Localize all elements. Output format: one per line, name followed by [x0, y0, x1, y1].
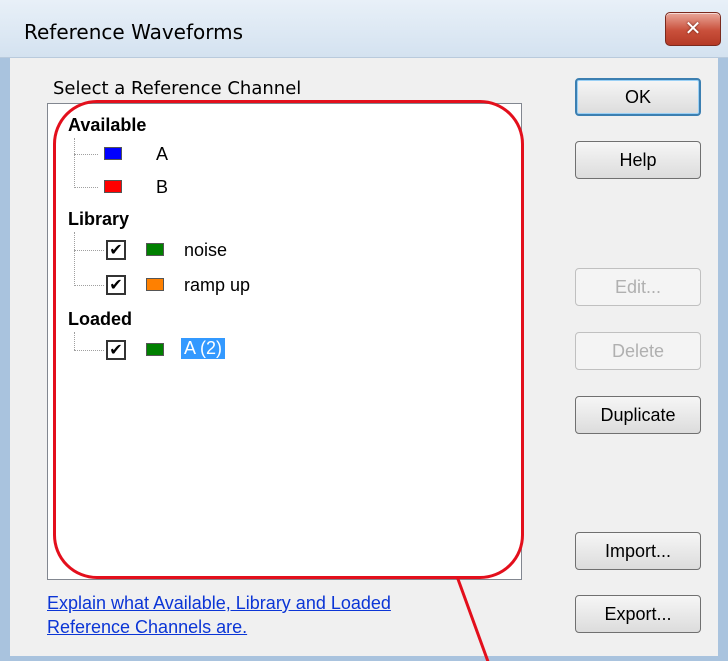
channel-a-color-swatch	[104, 147, 122, 160]
help-link-line-1[interactable]: Explain what Available, Library and Load…	[47, 593, 391, 614]
close-icon: ✕	[684, 16, 702, 40]
tree-connector	[74, 285, 104, 286]
tree-connector	[74, 232, 75, 286]
select-channel-label: Select a Reference Channel	[53, 78, 302, 99]
loaded-a2-checkbox[interactable]: ✔	[106, 340, 126, 360]
checkmark-icon: ✔	[109, 275, 123, 294]
loaded-a2-color-swatch	[146, 343, 164, 356]
reference-channel-tree[interactable]: Available A B Library ✔ noise ✔ ramp up …	[47, 103, 522, 580]
import-button[interactable]: Import...	[575, 532, 701, 570]
tree-item-loaded-a2[interactable]: A (2)	[181, 338, 226, 359]
tree-connector	[74, 138, 75, 188]
tree-item-library-ramp-up[interactable]: ramp up	[184, 275, 250, 296]
tree-connector	[74, 154, 98, 155]
ramp-up-color-swatch	[146, 278, 164, 291]
export-button[interactable]: Export...	[575, 595, 701, 633]
tree-item-library-noise[interactable]: noise	[184, 240, 227, 261]
reference-waveforms-dialog: Reference Waveforms ✕ Select a Reference…	[0, 0, 728, 661]
tree-connector	[74, 250, 104, 251]
close-button[interactable]: ✕	[665, 12, 721, 46]
checkmark-icon: ✔	[109, 240, 123, 259]
ok-button[interactable]: OK	[575, 78, 701, 116]
title-bar[interactable]: Reference Waveforms ✕	[0, 0, 728, 58]
tree-header-available[interactable]: Available	[68, 115, 146, 136]
help-link-line-2[interactable]: Reference Channels are.	[47, 617, 247, 638]
delete-button[interactable]: Delete	[575, 332, 701, 370]
help-button[interactable]: Help	[575, 141, 701, 179]
tree-connector	[74, 332, 75, 350]
noise-color-swatch	[146, 243, 164, 256]
tree-item-available-b[interactable]: B	[156, 177, 168, 198]
tree-connector	[74, 350, 104, 351]
noise-checkbox[interactable]: ✔	[106, 240, 126, 260]
ramp-up-checkbox[interactable]: ✔	[106, 275, 126, 295]
window-title: Reference Waveforms	[24, 20, 244, 44]
checkmark-icon: ✔	[109, 340, 123, 359]
tree-connector	[74, 187, 98, 188]
duplicate-button[interactable]: Duplicate	[575, 396, 701, 434]
tree-item-available-a[interactable]: A	[156, 144, 168, 165]
tree-header-library[interactable]: Library	[68, 209, 129, 230]
edit-button[interactable]: Edit...	[575, 268, 701, 306]
tree-header-loaded[interactable]: Loaded	[68, 309, 132, 330]
channel-b-color-swatch	[104, 180, 122, 193]
